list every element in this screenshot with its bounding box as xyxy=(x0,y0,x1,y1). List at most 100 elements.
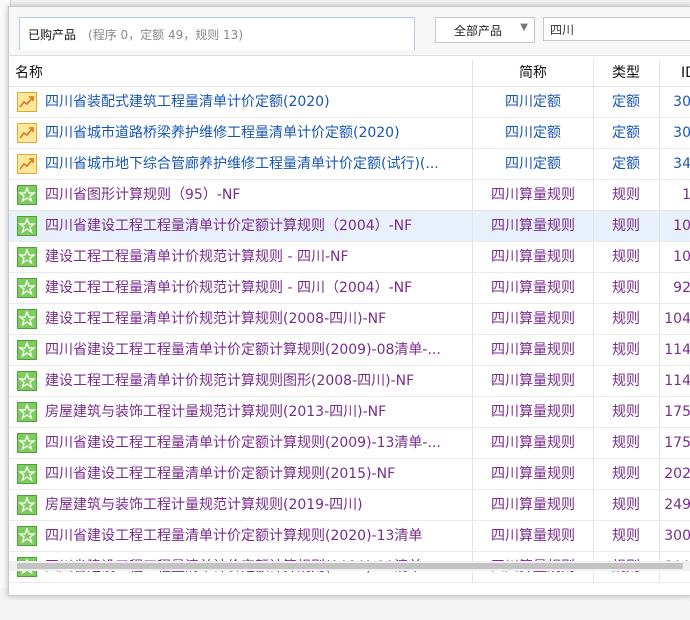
row-id: 202 xyxy=(664,466,690,482)
row-id: 175 xyxy=(664,435,690,451)
table-row[interactable]: 房屋建筑与装饰工程计量规范计算规则(2019-四川) 四川算量规则 规则 249 xyxy=(9,490,690,521)
row-id: 30 xyxy=(673,94,690,110)
table-row[interactable]: 四川省图形计算规则（95）-NF 四川算量规则 规则 1 xyxy=(9,180,690,211)
star-icon xyxy=(17,402,37,422)
row-short-name: 四川算量规则 xyxy=(491,404,575,420)
star-icon xyxy=(17,247,37,267)
table-row[interactable]: 建设工程工程量清单计价规范计算规则图形(2008-四川)-NF 四川算量规则 规则 1… xyxy=(9,366,690,397)
row-short-name: 四川算量规则 xyxy=(491,466,575,482)
row-short-name: 四川算量规则 xyxy=(491,435,575,451)
column-header-type[interactable]: 类型 xyxy=(593,60,659,86)
table-row[interactable]: 建设工程工程量清单计价规范计算规则(2008-四川)-NF 四川算量规则 规则 104 xyxy=(9,304,690,335)
row-type: 规则 xyxy=(612,497,640,513)
row-name: 四川省建设工程工程量清单计价定额计算规则(2009)-08清单-... xyxy=(45,342,441,358)
row-id: 300 xyxy=(664,528,690,544)
row-type: 规则 xyxy=(612,435,640,451)
row-name: 建设工程工程量清单计价规范计算规则图形(2008-四川)-NF xyxy=(45,373,415,389)
table-row[interactable]: 四川省建设工程工程量清单计价定额计算规则（2004）-NF 四川算量规则 规则 10 xyxy=(9,211,690,242)
row-short-name: 四川算量规则 xyxy=(491,528,575,544)
toolbar: 已购产品 (程序 0，定额 49，规则 13) 全部产品 ▼ xyxy=(9,7,690,56)
row-type: 规则 xyxy=(612,466,640,482)
row-id: 10 xyxy=(673,249,690,265)
table-row[interactable]: 建设工程工程量清单计价规范计算规则 - 四川（2004）-NF 四川算量规则 规则 9… xyxy=(9,273,690,304)
table-row[interactable]: 四川省建设工程工程量清单计价定额计算规则(2009)-13清单-... 四川算量规… xyxy=(9,428,690,459)
row-short-name: 四川算量规则 xyxy=(491,280,575,296)
row-id: 104 xyxy=(664,311,690,327)
row-type: 规则 xyxy=(612,311,640,327)
row-name: 四川省城市地下综合管廊养护维修工程量清单计价定额(试行)(... xyxy=(45,156,439,172)
row-id: 114 xyxy=(664,373,690,389)
row-name: 四川省城市道路桥梁养护维修工程量清单计价定额(2020) xyxy=(45,125,400,141)
row-short-name: 四川算量规则 xyxy=(491,249,575,265)
row-type: 规则 xyxy=(612,373,640,389)
row-name: 四川省建设工程工程量清单计价定额计算规则(2009)-13清单-... xyxy=(45,435,441,451)
row-short-name: 四川算量规则 xyxy=(491,497,575,513)
scrollbar-thumb[interactable] xyxy=(17,563,683,569)
table-body: 四川省装配式建筑工程量清单计价定额(2020) 四川定额 定额 30 四川省城市道路桥梁… xyxy=(9,87,690,583)
row-name: 房屋建筑与装饰工程计量规范计算规则(2019-四川) xyxy=(45,497,363,513)
row-short-name: 四川算量规则 xyxy=(491,187,575,203)
star-icon xyxy=(17,371,37,391)
row-short-name: 四川算量规则 xyxy=(491,342,575,358)
row-name: 房屋建筑与装饰工程计量规范计算规则(2013-四川)-NF xyxy=(45,404,387,420)
tab-title: 已购产品 xyxy=(28,27,77,42)
row-short-name: 四川定额 xyxy=(505,94,561,110)
row-id: 175 xyxy=(664,404,690,420)
product-filter-value: 全部产品 xyxy=(454,23,503,38)
star-icon xyxy=(17,340,37,360)
search-input[interactable] xyxy=(543,17,690,41)
table-row[interactable]: 四川省建设工程工程量清单计价定额计算规则(2009)-08清单-... 四川算量规… xyxy=(9,335,690,366)
row-type: 规则 xyxy=(612,404,640,420)
table-header: 名称 简称 类型 ID xyxy=(9,60,690,87)
row-name: 四川省图形计算规则（95）-NF xyxy=(45,187,241,203)
tab-purchased-products[interactable]: 已购产品 (程序 0，定额 49，规则 13) xyxy=(19,17,415,50)
star-icon xyxy=(17,464,37,484)
table-row[interactable]: 四川省装配式建筑工程量清单计价定额(2020) 四川定额 定额 30 xyxy=(9,87,690,118)
table-row[interactable]: 四川省城市道路桥梁养护维修工程量清单计价定额(2020) 四川定额 定额 30 xyxy=(9,118,690,149)
row-id: 1 xyxy=(682,187,690,203)
row-type: 规则 xyxy=(612,187,640,203)
row-type: 规则 xyxy=(612,218,640,234)
chevron-down-icon: ▼ xyxy=(520,22,528,33)
row-type: 规则 xyxy=(612,528,640,544)
row-id: 114 xyxy=(664,342,690,358)
star-icon xyxy=(17,278,37,298)
row-type: 规则 xyxy=(612,280,640,296)
row-short-name: 四川算量规则 xyxy=(491,311,575,327)
row-name: 建设工程工程量清单计价规范计算规则(2008-四川)-NF xyxy=(45,311,387,327)
star-icon xyxy=(17,526,37,546)
product-picker-panel: 已购产品 (程序 0，定额 49，规则 13) 全部产品 ▼ 名称 简称 类型 … xyxy=(8,6,690,596)
row-id: 249 xyxy=(664,497,690,513)
table-row[interactable]: 建设工程工程量清单计价规范计算规则 - 四川-NF 四川算量规则 规则 10 xyxy=(9,242,690,273)
column-header-id[interactable]: ID xyxy=(681,60,690,86)
star-icon xyxy=(17,433,37,453)
star-icon xyxy=(17,185,37,205)
row-name: 建设工程工程量清单计价规范计算规则 - 四川（2004）-NF xyxy=(45,280,413,296)
chart-up-icon xyxy=(17,92,37,112)
table-row[interactable]: 四川省建设工程工程量清单计价定额计算规则(2015)-NF 四川算量规则 规则 202 xyxy=(9,459,690,490)
row-id: 10 xyxy=(673,218,690,234)
row-short-name: 四川算量规则 xyxy=(491,373,575,389)
table-row[interactable]: 四川省城市地下综合管廊养护维修工程量清单计价定额(试行)(... 四川定额 定额 34 xyxy=(9,149,690,180)
row-short-name: 四川定额 xyxy=(505,156,561,172)
row-type: 定额 xyxy=(612,125,640,141)
row-name: 四川省建设工程工程量清单计价定额计算规则（2004）-NF xyxy=(45,218,413,234)
row-id: 92 xyxy=(673,280,690,296)
row-name: 建设工程工程量清单计价规范计算规则 - 四川-NF xyxy=(45,249,349,265)
row-type: 规则 xyxy=(612,342,640,358)
column-header-short[interactable]: 简称 xyxy=(473,60,593,86)
row-id: 30 xyxy=(673,125,690,141)
row-name: 四川省建设工程工程量清单计价定额计算规则(2020)-13清单 xyxy=(45,528,423,544)
table-row[interactable]: 四川省建设工程工程量清单计价定额计算规则(2020)-13清单 四川算量规则 规则 3… xyxy=(9,521,690,552)
column-header-name[interactable]: 名称 xyxy=(15,60,43,86)
star-icon xyxy=(17,309,37,329)
star-icon xyxy=(17,495,37,515)
row-type: 定额 xyxy=(612,156,640,172)
product-table: 名称 简称 类型 ID 四川省装配式建筑工程量清单计价定额(2020)四川定额定… xyxy=(9,60,690,583)
row-type: 规则 xyxy=(612,249,640,265)
row-type: 定额 xyxy=(612,94,640,110)
table-row[interactable]: 房屋建筑与装饰工程计量规范计算规则(2013-四川)-NF 四川算量规则 规则 175 xyxy=(9,397,690,428)
row-name: 四川省建设工程工程量清单计价定额计算规则(2015)-NF xyxy=(45,466,396,482)
product-filter-select[interactable]: 全部产品 ▼ xyxy=(435,17,535,43)
horizontal-scrollbar[interactable] xyxy=(9,561,690,571)
